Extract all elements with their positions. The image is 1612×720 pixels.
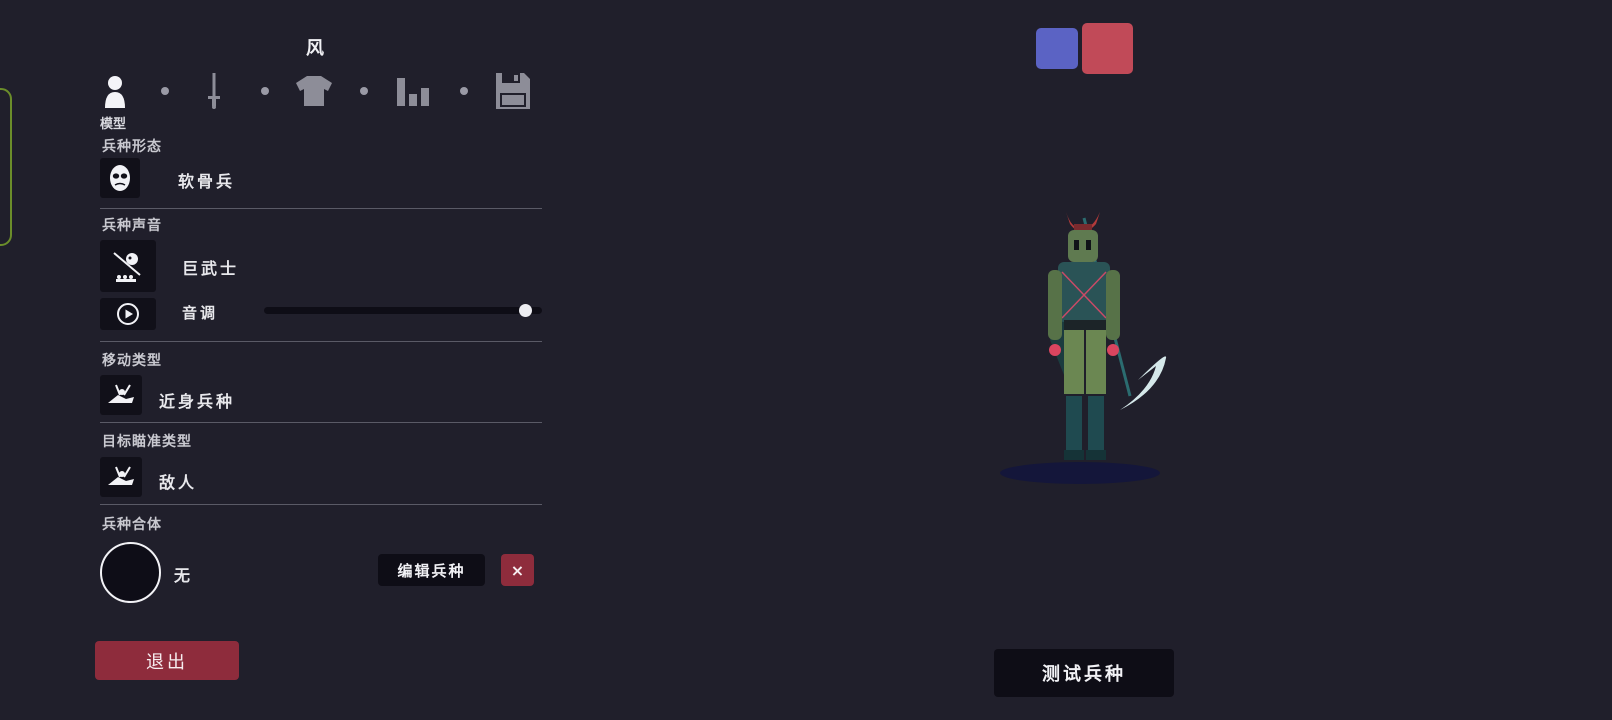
section-divider [100,504,542,505]
mask-icon [110,165,130,191]
section-divider [100,422,542,423]
section-divider [100,208,542,209]
combine-unit-slot[interactable] [100,542,161,603]
unit-form-value[interactable]: 软骨兵 [178,168,235,192]
unit-voice-value[interactable]: 巨武士 [182,255,239,279]
pitch-slider[interactable] [264,304,542,317]
target-type-value[interactable]: 敌人 [159,469,197,493]
step-separator [460,87,468,95]
shirt-icon [296,76,332,106]
remove-combine-button[interactable]: × [501,554,534,586]
step-separator [161,87,169,95]
movement-type-value[interactable]: 近身兵种 [159,388,235,412]
edit-unit-button[interactable]: 编辑兵种 [378,554,485,586]
unit-form-title: 兵种形态 [102,139,162,155]
unit-voice-title: 兵种声音 [102,218,162,234]
exit-button[interactable]: 退出 [95,641,239,680]
save-icon [496,73,530,109]
unit-form-button[interactable] [100,158,140,198]
editor-title: 风 [306,38,324,59]
target-type-title: 目标瞄准类型 [102,434,192,450]
step-weapons[interactable] [195,72,233,110]
unit-creator-screen: 风 模型 兵种形态 软骨兵 兵种声音 巨武士 音调 移动类型 近身兵种 目标瞄准… [0,0,1612,720]
sword-icon [208,73,220,109]
person-icon [105,76,125,108]
side-panel-handle[interactable] [0,88,12,246]
section-divider [100,341,542,342]
step-model[interactable] [96,72,134,110]
pitch-label: 音调 [182,304,219,322]
target-enemy-icon [108,466,134,485]
step-stats[interactable] [395,72,433,110]
play-voice-button[interactable] [100,298,156,330]
step-clothing[interactable] [295,72,333,110]
unit-preview[interactable] [1010,200,1190,480]
team-red-swatch[interactable] [1082,23,1133,74]
combine-unit-value: 无 [174,566,194,585]
samurai-voice-icon [113,252,141,282]
pitch-slider-handle[interactable] [519,304,533,317]
team-blue-swatch[interactable] [1036,28,1078,69]
movement-type-button[interactable] [100,375,142,415]
step-separator [360,87,368,95]
bar-chart-icon [397,78,429,106]
unit-voice-button[interactable] [100,240,156,292]
movement-type-title: 移动类型 [102,353,162,369]
step-save[interactable] [494,72,532,110]
current-step-label: 模型 [100,117,127,132]
test-unit-button[interactable]: 测试兵种 [994,649,1174,697]
step-separator [261,87,269,95]
play-icon [117,303,139,325]
melee-icon [108,384,134,403]
target-type-button[interactable] [100,457,142,497]
unit-combine-title: 兵种合体 [102,517,162,533]
